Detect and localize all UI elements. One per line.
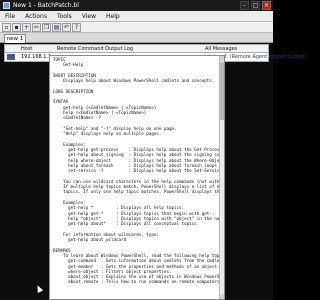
- menu-bar: File Actions Tools View Help: [0, 11, 273, 22]
- help-output-popup: TOPIC Get-Help SHORT DESCRIPTION Display…: [49, 55, 225, 300]
- column-header-host[interactable]: Host: [21, 46, 32, 52]
- column-header-all-messages[interactable]: All Messages: [205, 46, 237, 52]
- app-icon: [3, 2, 10, 9]
- row-selected-icon: [7, 54, 15, 60]
- scroll-thumb[interactable]: [220, 62, 224, 120]
- tab-strip: new 1: [0, 33, 273, 43]
- close-icon[interactable]: ×: [262, 1, 271, 10]
- copy-icon[interactable]: ❐: [42, 22, 51, 32]
- menu-view[interactable]: View: [77, 13, 101, 20]
- tab-new-1[interactable]: new 1: [4, 34, 26, 43]
- help-output-text: TOPIC Get-Help SHORT DESCRIPTION Display…: [53, 57, 225, 285]
- popup-scrollbar[interactable]: [219, 56, 224, 299]
- help-icon[interactable]: ?: [72, 22, 81, 32]
- paste-icon[interactable]: ▤: [52, 22, 61, 32]
- row-host-cell: 192.168.1.108: [21, 54, 51, 60]
- scroll-down-icon[interactable]: [220, 294, 224, 299]
- scroll-up-icon[interactable]: [220, 56, 224, 61]
- menu-help[interactable]: Help: [101, 13, 125, 20]
- column-header-remote-log[interactable]: Remote Command Output Log: [57, 46, 133, 52]
- menu-file[interactable]: File: [0, 13, 20, 20]
- menu-actions[interactable]: Actions: [20, 13, 52, 20]
- minimize-icon[interactable]: –: [240, 1, 249, 10]
- menu-tools[interactable]: Tools: [52, 13, 77, 20]
- window-title: New 1 - BatchPatch.bl: [13, 2, 79, 9]
- maximize-icon[interactable]: □: [251, 1, 260, 10]
- grid-header: Host Remote Command Output Log All Messa…: [4, 44, 269, 53]
- new-icon[interactable]: +: [22, 22, 31, 32]
- undo-icon[interactable]: ↶: [62, 22, 71, 32]
- grid-panel: Host Remote Command Output Log All Messa…: [0, 43, 306, 300]
- title-bar: New 1 - BatchPatch.bl – □ ×: [0, 0, 273, 11]
- toolbar: ▫ ▪ + ✂ ❐ ▤ ↶ ?: [0, 22, 273, 33]
- cut-icon[interactable]: ✂: [32, 22, 41, 32]
- save-icon[interactable]: ▪: [12, 22, 21, 32]
- open-icon[interactable]: ▫: [2, 22, 11, 32]
